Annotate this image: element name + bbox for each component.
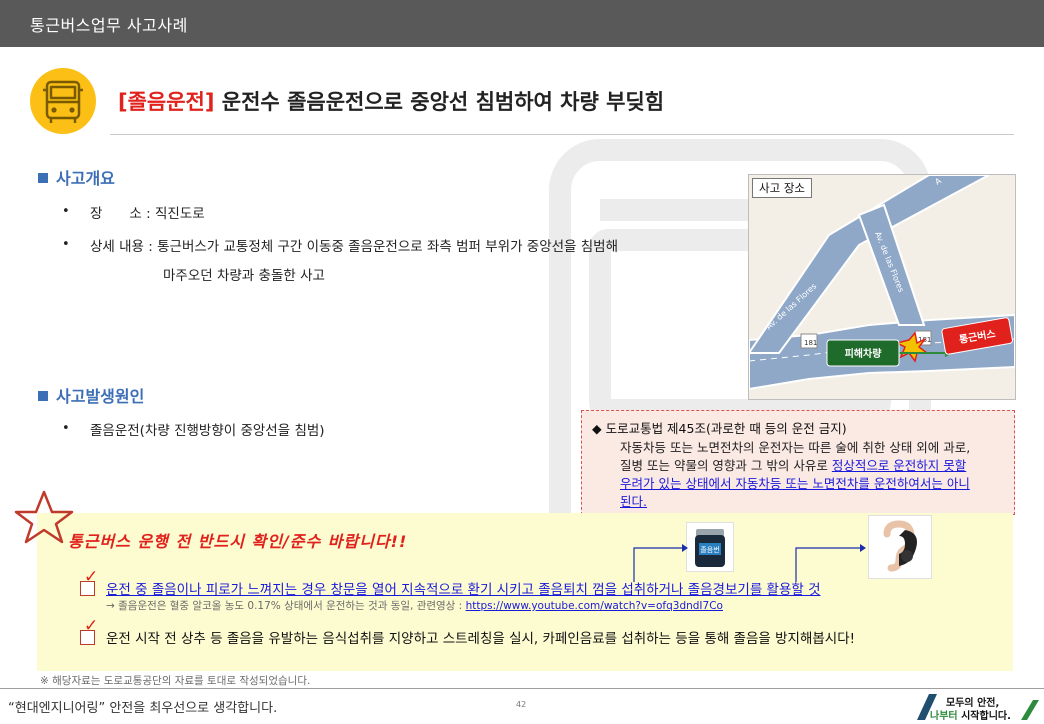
checkmark-icon: ✓ — [84, 567, 99, 587]
law-line3: 우려가 있는 상태에서 자동차등 또는 노면전차를 운전하여서는 아니 — [620, 476, 970, 491]
tip1-link[interactable]: 운전 중 졸음이나 피로가 느껴지는 경우 창문을 열어 지속적으로 환기 시키… — [106, 578, 821, 598]
bus-icon — [30, 68, 96, 134]
checkmark-icon: ✓ — [84, 616, 99, 636]
page-number: 42 — [516, 700, 527, 709]
route-shield: 181 — [804, 339, 817, 347]
title-text: 운전수 졸음운전으로 중앙선 침범하여 차량 부딪힘 — [214, 90, 665, 114]
cause-heading: 사고발생원인 — [38, 383, 144, 407]
square-bullet-icon — [38, 391, 48, 401]
tip1-sub: → 졸음운전은 혈중 알코올 농도 0.17% 상태에서 운전하는 것과 동일,… — [106, 600, 723, 612]
law-line4: 된다. — [620, 494, 647, 509]
header-title: 통근버스업무 사고사례 — [30, 16, 188, 35]
square-bullet-icon — [38, 173, 48, 183]
footer-slogan: “현대엔지니어링” 안전을 최우선으로 생각합니다. — [8, 701, 278, 716]
bullet-dot: • — [62, 421, 70, 436]
footnote: ※ 해당자료는 도로교통공단의 자료를 토대로 작성되었습니다. — [40, 675, 311, 687]
overview-place: 장 소 : 직진도로 — [90, 206, 205, 222]
bullet-dot: • — [62, 237, 70, 252]
tip2-text: 운전 시작 전 상추 등 졸음을 유발하는 음식섭취를 지양하고 스트레칭을 실… — [106, 631, 856, 647]
logo-line2: 나부터 시작합니다. — [930, 711, 1011, 722]
title-tag: [졸음운전] — [118, 90, 215, 114]
notice-heading: 통근버스 운행 전 반드시 확인/준수 바랍니다!! — [68, 532, 408, 551]
overview-heading: 사고개요 — [38, 165, 115, 189]
title-divider — [110, 134, 1014, 135]
law-line2: 질병 또는 약물의 영향과 그 밖의 사유로 정상적으로 운전하지 못할 — [620, 458, 967, 473]
bullet-dot: • — [62, 204, 70, 219]
page-title: [졸음운전] 운전수 졸음운전으로 중앙선 침범하여 차량 부딪힘 — [118, 86, 664, 116]
accident-map: Av. de las Flores Av. de las Flores A 18… — [748, 174, 1016, 400]
overview-detail-line1: 상세 내용 : 통근버스가 교통정체 구간 이동중 졸음운전으로 좌측 범퍼 부… — [90, 239, 619, 255]
cause-item: 졸음운전(차량 진행방향이 중앙선을 침범) — [90, 423, 325, 439]
law-line1: 자동차등 또는 노면전차의 운전자는 따른 술에 취한 상태 외에 과로, — [620, 440, 971, 455]
map-label: 사고 장소 — [752, 178, 812, 198]
law-title: ◆ 도로교통법 제45조(과로한 때 등의 운전 금지) — [592, 421, 847, 436]
video-link[interactable]: https://www.youtube.com/watch?v=ofq3dndI… — [466, 600, 723, 612]
star-icon — [14, 490, 74, 544]
victim-car-label: 피해차량 — [845, 347, 883, 360]
footer-divider — [0, 688, 1044, 689]
overview-detail-line2: 마주오던 차량과 충돌한 사고 — [163, 268, 325, 284]
